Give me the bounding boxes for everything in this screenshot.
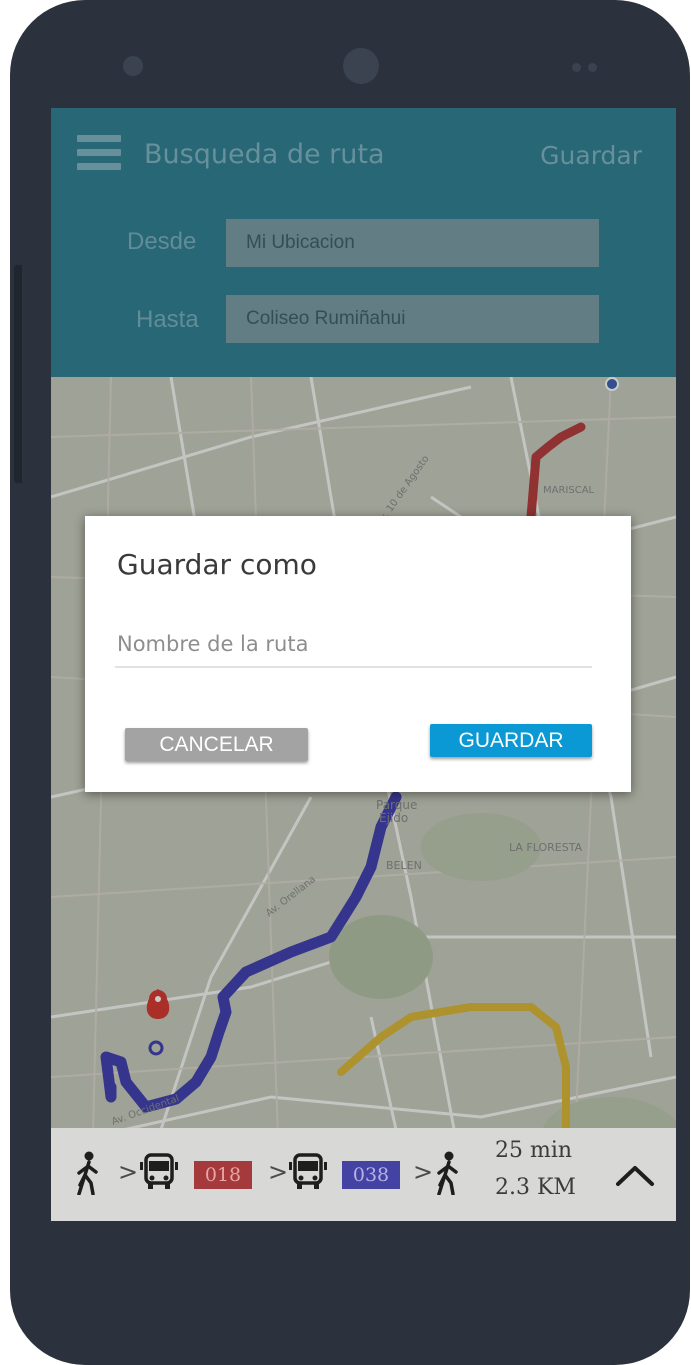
cancel-button[interactable]: CANCELAR: [125, 728, 308, 761]
side-button: [14, 265, 22, 483]
front-camera: [343, 48, 379, 84]
walk-icon: [77, 1151, 98, 1195]
proximity-sensor: [123, 56, 143, 76]
trip-distance: 2.3 KM: [495, 1175, 576, 1200]
speaker-dot: [572, 63, 581, 72]
walk-icon: [437, 1151, 458, 1195]
route-name-input[interactable]: [115, 622, 592, 668]
speaker-dot: [588, 63, 597, 72]
step-separator: >: [413, 1158, 434, 1186]
route-summary-bar[interactable]: > 018 > 038 > 25 min 2.3 KM: [51, 1128, 676, 1221]
bus-icon: [140, 1153, 178, 1189]
save-as-dialog: Guardar como CANCELAR GUARDAR: [85, 516, 631, 792]
chevron-up-icon[interactable]: [613, 1160, 657, 1188]
save-button[interactable]: GUARDAR: [430, 724, 592, 757]
bus-line-badge: 038: [342, 1161, 400, 1189]
bus-line-badge: 018: [194, 1161, 252, 1189]
dialog-title: Guardar como: [117, 548, 317, 581]
step-separator: >: [118, 1158, 139, 1186]
bus-icon: [289, 1153, 327, 1189]
trip-duration: 25 min: [495, 1138, 573, 1163]
